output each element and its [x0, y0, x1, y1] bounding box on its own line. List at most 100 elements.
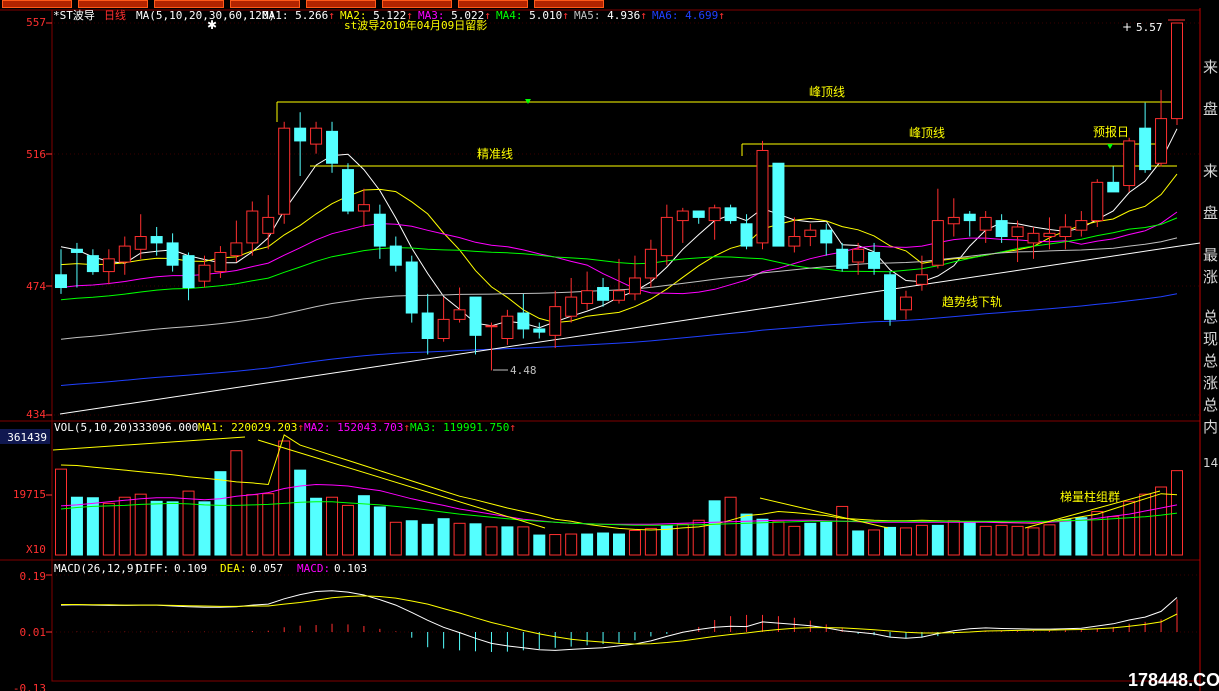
volume-bar: [1011, 525, 1024, 556]
candle-body: [166, 242, 179, 266]
candle-body: [644, 248, 657, 279]
vol-ma-value-3: MA3: 119991.750↑: [410, 421, 516, 434]
macd-header: MACD(26,12,9): [54, 562, 140, 575]
candle-body: [421, 312, 434, 340]
right-panel-item-13: 14: [1203, 456, 1219, 470]
ma-values: MA1: 5.266↑ MA2: 5.122↑ MA3: 5.022↑ MA4: 5.…: [262, 9, 725, 22]
right-panel-item-4: 盘: [1203, 204, 1219, 222]
candle-body: [899, 296, 912, 311]
candle-body: [501, 315, 514, 340]
trend-lower-label: 趋势线下轨: [942, 295, 1002, 309]
candle-body: [118, 245, 131, 263]
volume-bar: [501, 526, 514, 556]
right-panel-item-2: 盘: [1203, 100, 1219, 118]
volume-ma-line-2: [60, 483, 1178, 525]
candle-body: [1059, 226, 1072, 238]
volume-bar: [676, 523, 689, 556]
peak-line-label-1: 峰顶线: [809, 85, 845, 99]
volume-bar: [453, 522, 466, 556]
macd-diff-value: 0.109: [174, 562, 207, 575]
volume-bar: [437, 518, 450, 556]
candle-body: [1155, 118, 1168, 164]
macd-y-mid: 0.01: [20, 626, 47, 639]
macd-dea-value: 0.057: [250, 562, 283, 575]
candle-body: [246, 210, 259, 244]
candle-body: [836, 248, 849, 269]
volume-bar: [1123, 500, 1136, 556]
volume-bar: [915, 524, 928, 556]
candle-body: [597, 287, 610, 301]
volume-bar: [166, 501, 179, 556]
volume-bar: [294, 469, 307, 556]
y-label-434: 434: [26, 408, 46, 421]
stock-chart: ✱ + *ST波导 日线 MA(5,10,20,30,60,120) MA1: 5…: [0, 8, 1201, 691]
right-panel-item-11: 总: [1203, 396, 1219, 414]
right-panel-item-9: 总: [1203, 352, 1219, 370]
volume-bar: [644, 527, 657, 556]
candle-body: [533, 328, 546, 333]
vol-ma-value-2: MA2: 152043.703↑: [304, 421, 410, 434]
candle-body: [1011, 226, 1024, 238]
candle-body: [198, 264, 211, 282]
candle-body: [182, 255, 195, 289]
vol-ma-value-1: MA1: 220029.203↑: [198, 421, 304, 434]
volume-bar: [788, 525, 801, 556]
volume-bar: [868, 529, 881, 556]
ma-value-6: MA6: 4.699↑: [652, 9, 725, 22]
vol-ma-values: MA1: 220029.203↑ MA2: 152043.703↑ MA3: 119…: [198, 421, 516, 434]
volume-bar: [389, 521, 402, 556]
volume-bar: [899, 527, 912, 556]
candle-body: [437, 318, 450, 340]
precise-line-label: 精准线: [477, 147, 513, 161]
candle-body: [310, 127, 323, 145]
plus-icon: +: [1122, 20, 1132, 34]
candle-body: [134, 236, 147, 250]
candle-body: [708, 207, 721, 222]
max-price-label: 5.57: [1136, 21, 1163, 34]
volume-bar: [995, 524, 1008, 556]
volume-bar: [740, 513, 753, 556]
candle-body: [517, 312, 530, 330]
y-label-474: 474: [26, 280, 46, 293]
candle-body: [294, 127, 307, 142]
candle-body: [613, 290, 625, 301]
candle-body: [70, 248, 83, 253]
volume-bar: [469, 523, 482, 556]
candle-body: [1139, 127, 1152, 171]
volume-bar: [278, 440, 291, 556]
ma-line-6: [60, 293, 1178, 386]
volume-bar: [1107, 516, 1120, 556]
right-panel-item-7: 总: [1203, 308, 1219, 326]
candle-body: [852, 248, 865, 263]
volume-bar: [341, 504, 354, 556]
volume-bar: [182, 490, 195, 556]
volume-bar: [1043, 524, 1056, 556]
volume-bar: [246, 494, 259, 556]
volume-bar: [597, 532, 610, 556]
volume-bar: [373, 506, 386, 556]
volume-bar: [804, 522, 817, 556]
candle-body: [102, 258, 115, 273]
volume-bar: [963, 522, 976, 556]
candle-body: [150, 236, 163, 244]
volume-bar: [549, 534, 562, 556]
macd-diff-label: DIFF:: [136, 562, 169, 575]
vol-header: VOL(5,10,20): [54, 421, 133, 434]
chart-frame: [0, 8, 1201, 691]
candle-body: [931, 220, 944, 266]
volume-bar: [1027, 527, 1040, 556]
ma-value-1: MA1: 5.266↑: [262, 9, 335, 22]
forecast-arrow-icon: [1107, 144, 1113, 149]
vol-value: 333096.000: [132, 421, 198, 434]
candle-body: [373, 213, 386, 247]
candle-body: [262, 216, 275, 234]
y-label-516: 516: [26, 148, 46, 161]
volume-bar: [150, 500, 163, 556]
candle-body: [278, 127, 291, 215]
volume-bar: [262, 493, 275, 556]
candle-body: [549, 306, 562, 336]
volume-bar: [979, 525, 992, 556]
volume-bar: [565, 533, 578, 556]
volume-bar: [724, 496, 737, 556]
macd-macd-label: MACD:: [297, 562, 330, 575]
